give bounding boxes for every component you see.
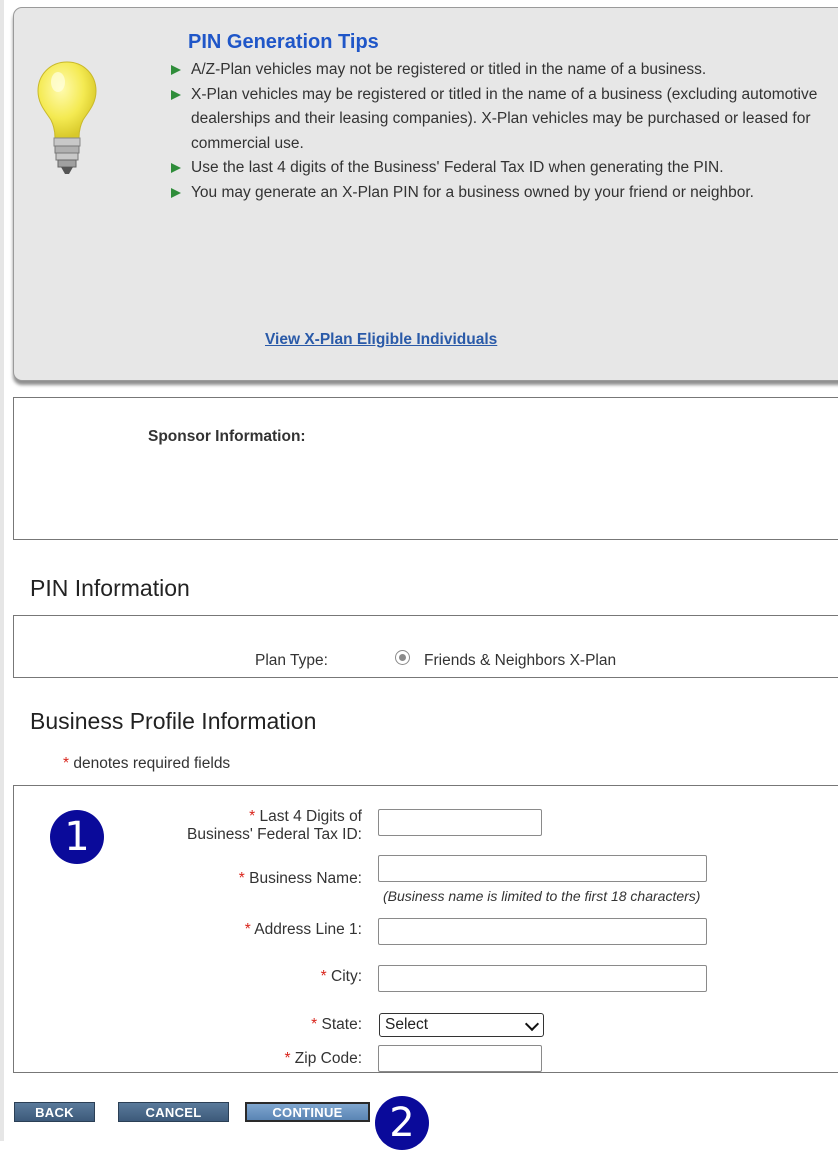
tax-id-input[interactable] [378,809,542,836]
sponsor-info-box: Sponsor Information: [13,397,838,540]
chevron-down-icon [524,1016,540,1032]
city-input[interactable] [378,965,707,992]
arrow-right-icon [171,163,181,173]
left-border [0,0,4,1141]
tips-panel: PIN Generation Tips A/Z-Plan vehicles ma… [13,7,838,381]
tips-list: A/Z-Plan vehicles may not be registered … [168,58,838,205]
address-label: * Address Line 1: [244,921,362,938]
tip-item: A/Z-Plan vehicles may not be registered … [168,58,838,83]
plan-type-label: Plan Type: [255,652,328,669]
step-2-badge: 2 [375,1096,429,1150]
plan-type-value: Friends & Neighbors X-Plan [424,652,617,669]
required-note: * denotes required fields [63,755,231,772]
plan-type-radio[interactable] [395,650,410,665]
pin-info-title: PIN Information [30,575,190,601]
city-label: * City: [320,968,362,985]
back-button[interactable]: BACK [14,1102,95,1122]
state-label: * State: [311,1016,362,1033]
step-1-badge: 1 [50,810,104,864]
arrow-right-icon [171,65,181,75]
business-name-hint: (Business name is limited to the first 1… [383,888,701,904]
zip-label: * Zip Code: [284,1050,362,1067]
tips-title: PIN Generation Tips [188,31,379,53]
lightbulb-icon [37,61,97,174]
tax-id-label: * Last 4 Digits of Business' Federal Tax … [187,808,362,843]
cancel-button[interactable]: CANCEL [118,1102,229,1122]
continue-button[interactable]: CONTINUE [245,1102,370,1122]
zip-input[interactable] [378,1045,542,1072]
business-name-input[interactable] [378,855,707,882]
arrow-right-icon [171,89,181,100]
arrow-right-icon [171,187,181,198]
address-input[interactable] [378,918,707,945]
business-name-label: * Business Name: [238,870,362,887]
view-eligible-individuals-link[interactable]: View X-Plan Eligible Individuals [265,331,497,349]
required-star: * [63,755,70,772]
business-profile-form: * Last 4 Digits of Business' Federal Tax … [13,785,838,1073]
tip-item: X-Plan vehicles may be registered or tit… [168,83,838,157]
tip-item: You may generate an X-Plan PIN for a bus… [168,181,838,206]
business-profile-title: Business Profile Information [30,708,317,734]
state-select[interactable]: Select [379,1013,544,1037]
tip-item: Use the last 4 digits of the Business' F… [168,156,838,181]
pin-info-box: Plan Type: Friends & Neighbors X-Plan [13,615,838,678]
sponsor-info-label: Sponsor Information: [148,428,306,445]
